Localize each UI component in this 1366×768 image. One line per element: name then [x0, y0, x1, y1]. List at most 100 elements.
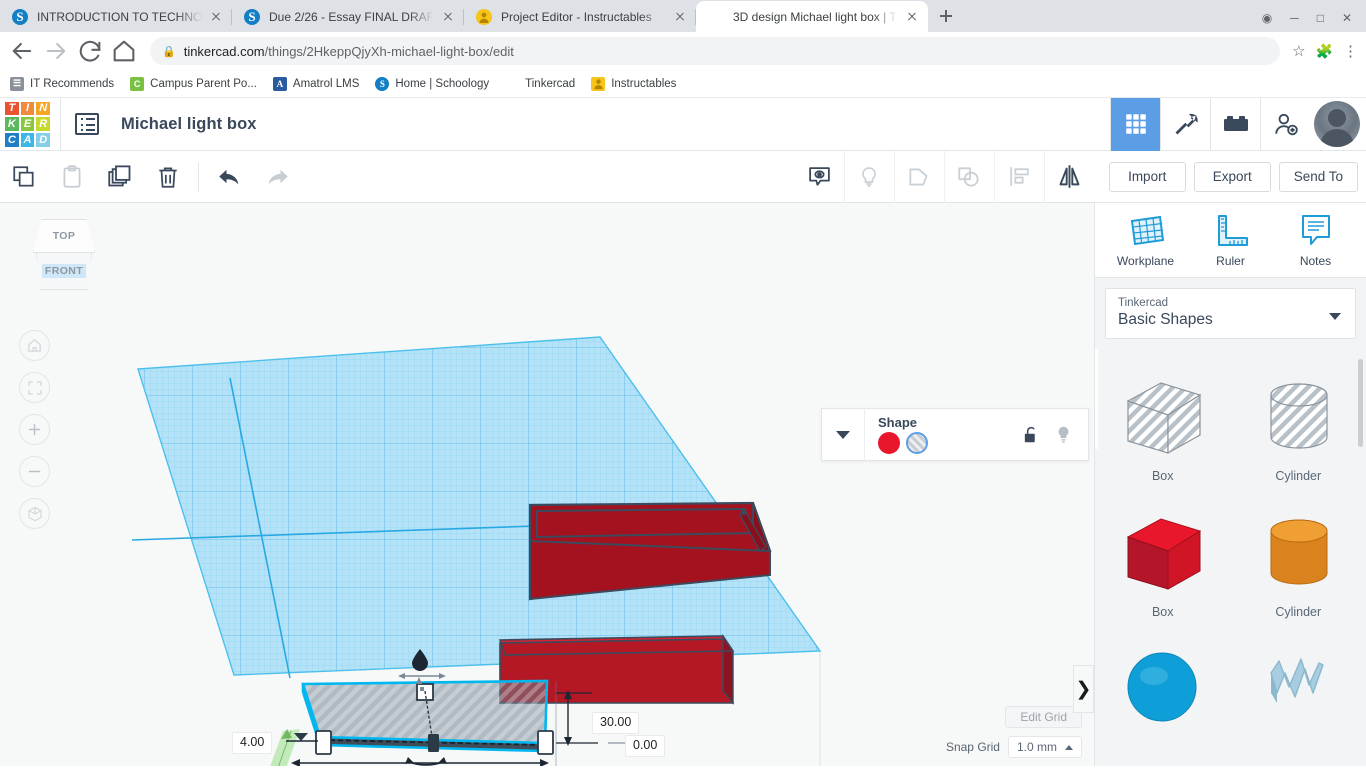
address-bar[interactable]: 🔒 tinkercad.com/things/2HkeppQjyXh-micha…	[150, 37, 1281, 65]
home-icon[interactable]	[110, 37, 138, 65]
chevron-down-icon[interactable]	[1329, 313, 1341, 320]
close-icon[interactable]	[440, 9, 456, 25]
url-path: /things/2HkeppQjyXh-michael-light-box/ed…	[264, 43, 514, 59]
shape-palette[interactable]: Box Cylinder Box Cylinder	[1095, 349, 1366, 766]
shape-swatches	[878, 431, 1022, 454]
ungroup-icon[interactable]	[945, 150, 995, 203]
browser-menu-icon[interactable]: ⋮	[1343, 42, 1358, 60]
header-actions	[1110, 97, 1366, 151]
export-button[interactable]: Export	[1193, 161, 1271, 192]
base-offset-label[interactable]: 0.00	[625, 735, 666, 757]
sidebar-item-workplane[interactable]: Workplane	[1111, 213, 1181, 268]
bookmark-item[interactable]: ☰ IT Recommends	[10, 76, 115, 91]
browser-tab-4[interactable]: 3D design Michael light box | Tin	[696, 1, 928, 32]
minimize-icon[interactable]: ─	[1290, 12, 1299, 24]
solid-swatch[interactable]	[878, 431, 900, 454]
hole-swatch[interactable]	[906, 431, 928, 454]
lightbulb-icon[interactable]	[845, 150, 895, 203]
palette-scrollbar[interactable]	[1358, 359, 1363, 447]
view-cube-front[interactable]: FRONT	[36, 252, 92, 290]
bookmark-item[interactable]: A Amatrol LMS	[272, 76, 359, 91]
unlock-icon[interactable]	[1022, 425, 1039, 444]
home-view-icon[interactable]	[19, 330, 50, 361]
edge-dimension-label[interactable]: 4.00	[232, 732, 273, 754]
schoology-icon: S	[244, 8, 260, 25]
brick-icon[interactable]	[1210, 97, 1260, 151]
page-title[interactable]: Michael light box	[121, 115, 257, 134]
sidebar-tool-label: Ruler	[1216, 253, 1245, 268]
main-area: Workplane	[0, 203, 1366, 766]
scribble-icon	[1270, 658, 1324, 703]
palette-item-box-hole[interactable]: Box	[1095, 363, 1231, 493]
palette-item-scribble[interactable]	[1231, 635, 1366, 741]
zoom-in-icon[interactable]	[19, 414, 50, 445]
send-to-button[interactable]: Send To	[1278, 161, 1358, 192]
group-icon[interactable]	[895, 150, 945, 203]
bookmark-item[interactable]: Tinkercad	[505, 77, 575, 90]
box-hole-icon	[1126, 382, 1202, 455]
shape-library-select[interactable]: Tinkercad Basic Shapes	[1105, 288, 1356, 339]
bookmark-item[interactable]: S Home | Schoology	[375, 76, 489, 91]
redo-icon[interactable]	[253, 151, 301, 203]
close-icon[interactable]	[672, 9, 688, 25]
shape-inspector-panel[interactable]: Shape	[821, 408, 1089, 461]
close-window-icon[interactable]: ✕	[1342, 12, 1352, 24]
height-dimension-label[interactable]: 30.00	[592, 712, 640, 734]
duplicate-icon[interactable]	[96, 151, 144, 203]
ortho-perspective-icon[interactable]	[19, 498, 50, 529]
paste-icon[interactable]	[48, 151, 96, 203]
bookmark-item[interactable]: C Campus Parent Po...	[130, 76, 257, 91]
zoom-out-icon[interactable]	[19, 456, 50, 487]
view-cube-top[interactable]: TOP	[33, 219, 95, 253]
tinkercad-logo[interactable]: TIN KER CAD	[3, 100, 52, 149]
add-user-icon[interactable]	[1260, 97, 1310, 151]
reload-icon[interactable]	[76, 37, 104, 65]
align-icon[interactable]	[995, 150, 1045, 203]
library-source: Tinkercad	[1118, 297, 1169, 309]
bookmark-label: IT Recommends	[30, 77, 115, 90]
close-icon[interactable]	[208, 9, 224, 25]
history-tools	[205, 151, 301, 203]
palette-item-cylinder-hole[interactable]: Cylinder	[1231, 363, 1366, 493]
delete-icon[interactable]	[144, 151, 192, 203]
view-cube[interactable]: TOP FRONT	[25, 219, 103, 294]
bookmark-item[interactable]: Instructables	[591, 76, 676, 91]
snap-grid-select[interactable]: 1.0 mm	[1007, 736, 1082, 758]
profile-chip-icon[interactable]: ◉	[1262, 12, 1272, 24]
new-tab-button[interactable]	[932, 2, 960, 30]
schoology-icon: S	[375, 76, 390, 91]
maximize-icon[interactable]: □	[1317, 12, 1324, 24]
collapse-caret-icon[interactable]	[822, 408, 864, 461]
copy-icon[interactable]	[0, 151, 48, 203]
undo-icon[interactable]	[205, 151, 253, 203]
snap-grid-label: Snap Grid	[945, 740, 1000, 754]
avatar[interactable]	[1314, 101, 1360, 147]
3d-scene[interactable]: Workplane	[0, 203, 1094, 766]
grid-icon[interactable]	[1110, 97, 1160, 151]
palette-item-label: Cylinder	[1275, 469, 1322, 483]
palette-item-box-red[interactable]: Box	[1095, 499, 1231, 629]
edit-grid-button[interactable]: Edit Grid	[1005, 706, 1082, 728]
fit-to-view-icon[interactable]	[19, 372, 50, 403]
browser-tab-3[interactable]: Project Editor - Instructables	[464, 1, 696, 32]
sidebar-item-ruler[interactable]: Ruler	[1196, 213, 1266, 268]
panel-expander-button[interactable]: ❯	[1073, 665, 1094, 713]
extensions-icon[interactable]: 🧩	[1316, 43, 1333, 60]
palette-item-cylinder-orange[interactable]: Cylinder	[1231, 499, 1366, 629]
back-icon[interactable]	[8, 37, 36, 65]
mirror-icon[interactable]	[1045, 151, 1095, 203]
instructables-icon	[591, 76, 606, 91]
3d-viewport[interactable]: Workplane	[0, 203, 1094, 766]
show-hide-icon[interactable]	[795, 150, 845, 203]
pickaxe-icon[interactable]	[1160, 97, 1210, 151]
palette-item-sphere-blue[interactable]	[1095, 635, 1231, 741]
sidebar-item-notes[interactable]: Notes	[1281, 213, 1351, 268]
bookmark-star-icon[interactable]: ☆	[1292, 42, 1305, 60]
import-button[interactable]: Import	[1108, 161, 1186, 192]
forward-icon[interactable]	[42, 37, 70, 65]
browser-tab-2[interactable]: S Due 2/26 - Essay FINAL DRAFT	[232, 1, 464, 32]
browser-tab-1[interactable]: S INTRODUCTION TO TECHNOLOG	[0, 1, 232, 32]
project-list-icon[interactable]	[75, 113, 99, 135]
close-icon[interactable]	[904, 9, 920, 25]
lightbulb-icon[interactable]	[1055, 425, 1072, 444]
